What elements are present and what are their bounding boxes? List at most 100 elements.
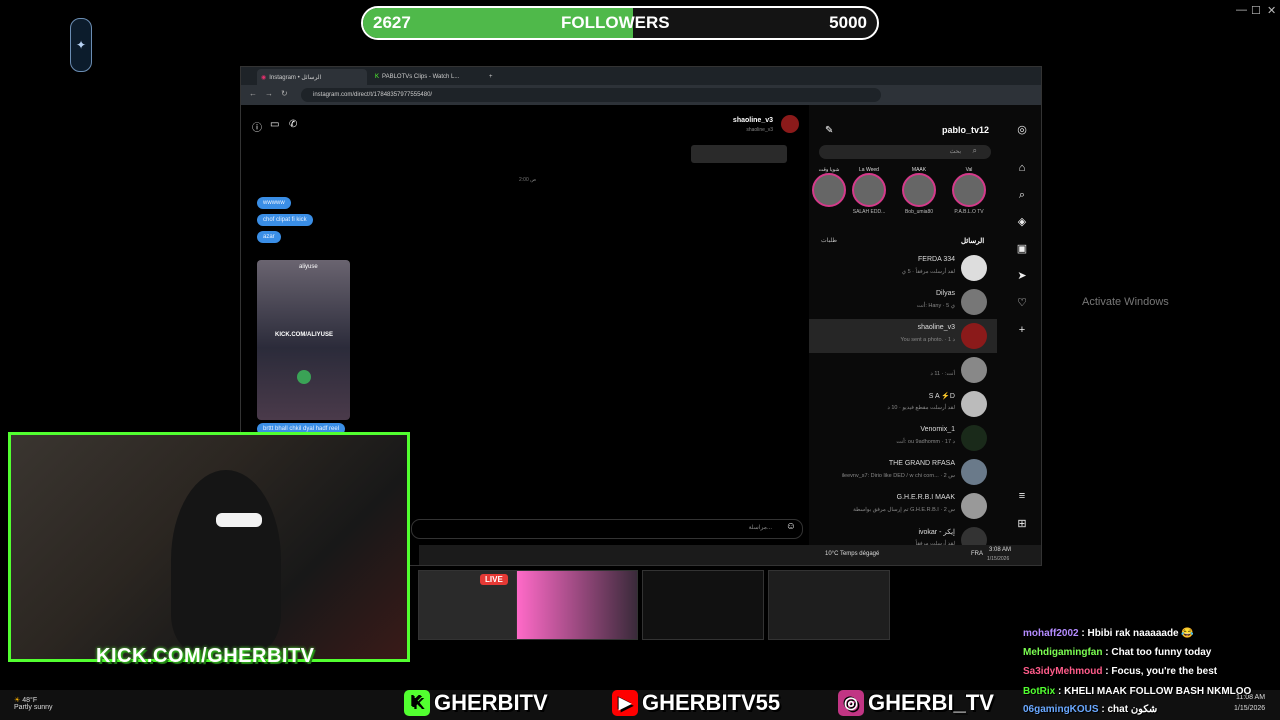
chat-line: Mehdigamingfan : Chat too funny today [1023,647,1211,658]
conversation-item[interactable]: S A ⚡D لقد أرسلت مقطع فيديو · 10 د [809,387,997,421]
story-note: Val [965,167,973,173]
reel-preview[interactable]: aliyuse KICK.COM/ALIYUSE [257,260,350,420]
phone-icon[interactable]: ✆ [289,119,297,130]
tab-kick[interactable]: K PABLOTVs Clips - Watch L... [371,69,481,85]
back-icon[interactable]: ← [249,89,257,98]
messages-heading: الرسائل [961,238,985,245]
conversation-name: G.H.E.R.B.I MAAK [896,494,955,501]
chat-message: : Hbibi rak naaaaade 😂 [1081,628,1194,639]
conversation-preview: You sent a photo. · 1 د [900,337,955,343]
reload-icon[interactable]: ↻ [281,89,288,98]
story-item[interactable]: شويا وقت [811,167,847,209]
story-note: MAAK [911,167,927,173]
emoji-icon[interactable]: ☺ [786,521,796,532]
social-handle: GHERBITV55 [642,690,781,715]
instagram-icon: ◎ [838,690,864,716]
story-item[interactable]: MAAK Bob_umia80 [901,167,937,215]
follower-goal: 5000 [829,13,867,32]
taskbar-weather[interactable]: ☀ 48°F Partly sunny [14,696,53,711]
conversation-avatar [961,289,987,315]
forward-icon[interactable]: → [265,89,273,98]
info-icon[interactable]: ⓘ [252,119,262,134]
close-button[interactable]: ✕ [1267,4,1276,17]
story-note: La Weed [859,167,879,173]
chat-message: : chat شكون [1101,704,1158,715]
conversation-name: shaoline_v3 [917,324,955,331]
explore-icon[interactable]: ◈ [1015,215,1029,229]
conversation-name: THE GRAND RFASA [888,460,955,467]
tab-label: Instagram • الرسائل [269,74,322,81]
activate-windows-watermark: Activate Windows [1082,296,1169,308]
menu-icon[interactable]: ≡ [1015,489,1029,503]
chat-message: : KHELI MAAK FOLLOW BASH NKMLOO [1058,686,1252,697]
taskbar-condition: Partly sunny [14,704,53,711]
requests-heading[interactable]: طلبات [821,237,837,244]
play-icon[interactable] [297,370,311,384]
conversation-avatar [961,459,987,485]
inner-weather: 10°C Temps dégagé [825,551,880,557]
chat-timestamp: 2:00 ص [519,177,537,183]
reels-icon[interactable]: ▣ [1015,242,1029,256]
conversation-preview: أنت: · 11 د [930,371,955,377]
story-label: P.A.B.L.O TV [954,209,984,215]
instagram-icon[interactable]: ◎ [1015,123,1029,137]
conversation-preview: تم إرسال مرفق بواسطة G.H.E.R.B.I · 2 س [853,507,955,513]
home-icon[interactable]: ⌂ [1015,161,1029,175]
conversation-item[interactable]: FERDA 334 لقد أرسلت مرفقاً · 5 ي [809,251,997,285]
thumbnail[interactable] [642,570,764,640]
heart-icon[interactable]: ♡ [1015,296,1029,310]
more-icon[interactable]: ⊞ [1015,517,1029,531]
tab-instagram[interactable]: ◉ Instagram • الرسائل [257,69,367,85]
minimize-button[interactable]: — [1236,4,1247,16]
conversation-name: Venomix_1 [920,426,955,433]
chat-username: 06gamingKOUS [1023,704,1099,715]
conversation-item[interactable]: Venomix_1 أنت: ou 9adhomm · 17 د [809,421,997,455]
search-input[interactable]: بحث ⌕ [819,145,991,159]
account-username[interactable]: pablo_tv12 [942,125,989,135]
story-avatar [852,173,886,207]
conversation-preview: أنت: ou 9adhomm · 17 د [896,439,955,445]
conversation-item[interactable]: أنت: · 11 د [809,353,997,387]
chat-header-name: shaoline_v3 [732,117,773,124]
conversation-avatar [961,425,987,451]
conversation-avatar [961,357,987,383]
search-nav-icon[interactable]: ⌕ [1015,188,1029,202]
messages-icon[interactable]: ➤ [1015,269,1029,283]
conversation-item-selected[interactable]: shaoline_v3 You sent a photo. · 1 د [809,319,997,353]
chat-header-avatar[interactable] [781,115,799,133]
thumbnail[interactable] [768,570,890,640]
social-instagram: ◎ GHERBI_TV [838,690,994,716]
sent-photo[interactable] [691,145,787,163]
streamer-silhouette [171,470,281,650]
conversation-avatar [961,255,987,281]
kick-tab-icon: K [375,74,380,80]
reel-user: aliyuse [299,264,318,270]
chat-message: : Chat too funny today [1105,647,1212,658]
story-label: SALAH EDD... [852,209,886,215]
social-youtube: ▶ GHERBITV55 [612,690,780,716]
story-note: شويا وقت [818,167,840,173]
tab-bar: ◉ Instagram • الرسائل K PABLOTVs Clips -… [241,67,1041,85]
chat-line: Sa3idyMehmoud : Focus, you're the best [1023,666,1217,677]
new-tab-button[interactable]: + [485,69,497,85]
youtube-icon: ▶ [612,690,638,716]
sunglasses [216,513,262,527]
url-input[interactable]: instagram.com/direct/t/17848357977555480… [301,88,881,102]
story-label: Bob_umia80 [904,209,934,215]
social-handle: GHERBI_TV [868,690,994,715]
search-icon: ⌕ [972,146,977,155]
message-bubble: wwwww [257,197,291,209]
message-input[interactable]: مراسلة... ☺ [411,519,803,539]
conversation-item[interactable]: THE GRAND RFASA ileevnv_s7: Dirio like D… [809,455,997,489]
story-avatar [952,173,986,207]
thumbnail[interactable] [516,570,638,640]
story-item[interactable]: La Weed SALAH EDD... [851,167,887,215]
conversation-item[interactable]: G.H.E.R.B.I MAAK تم إرسال مرفق بواسطة G.… [809,489,997,523]
create-icon[interactable]: + [1015,323,1029,337]
compose-icon[interactable]: ✎ [825,125,833,136]
conversation-avatar [961,391,987,417]
conversation-item[interactable]: Dilyas أنت: Hany · 5 ي [809,285,997,319]
story-item[interactable]: Val P.A.B.L.O TV [951,167,987,215]
video-call-icon[interactable]: ▭ [270,119,279,130]
maximize-button[interactable]: ☐ [1251,4,1261,17]
